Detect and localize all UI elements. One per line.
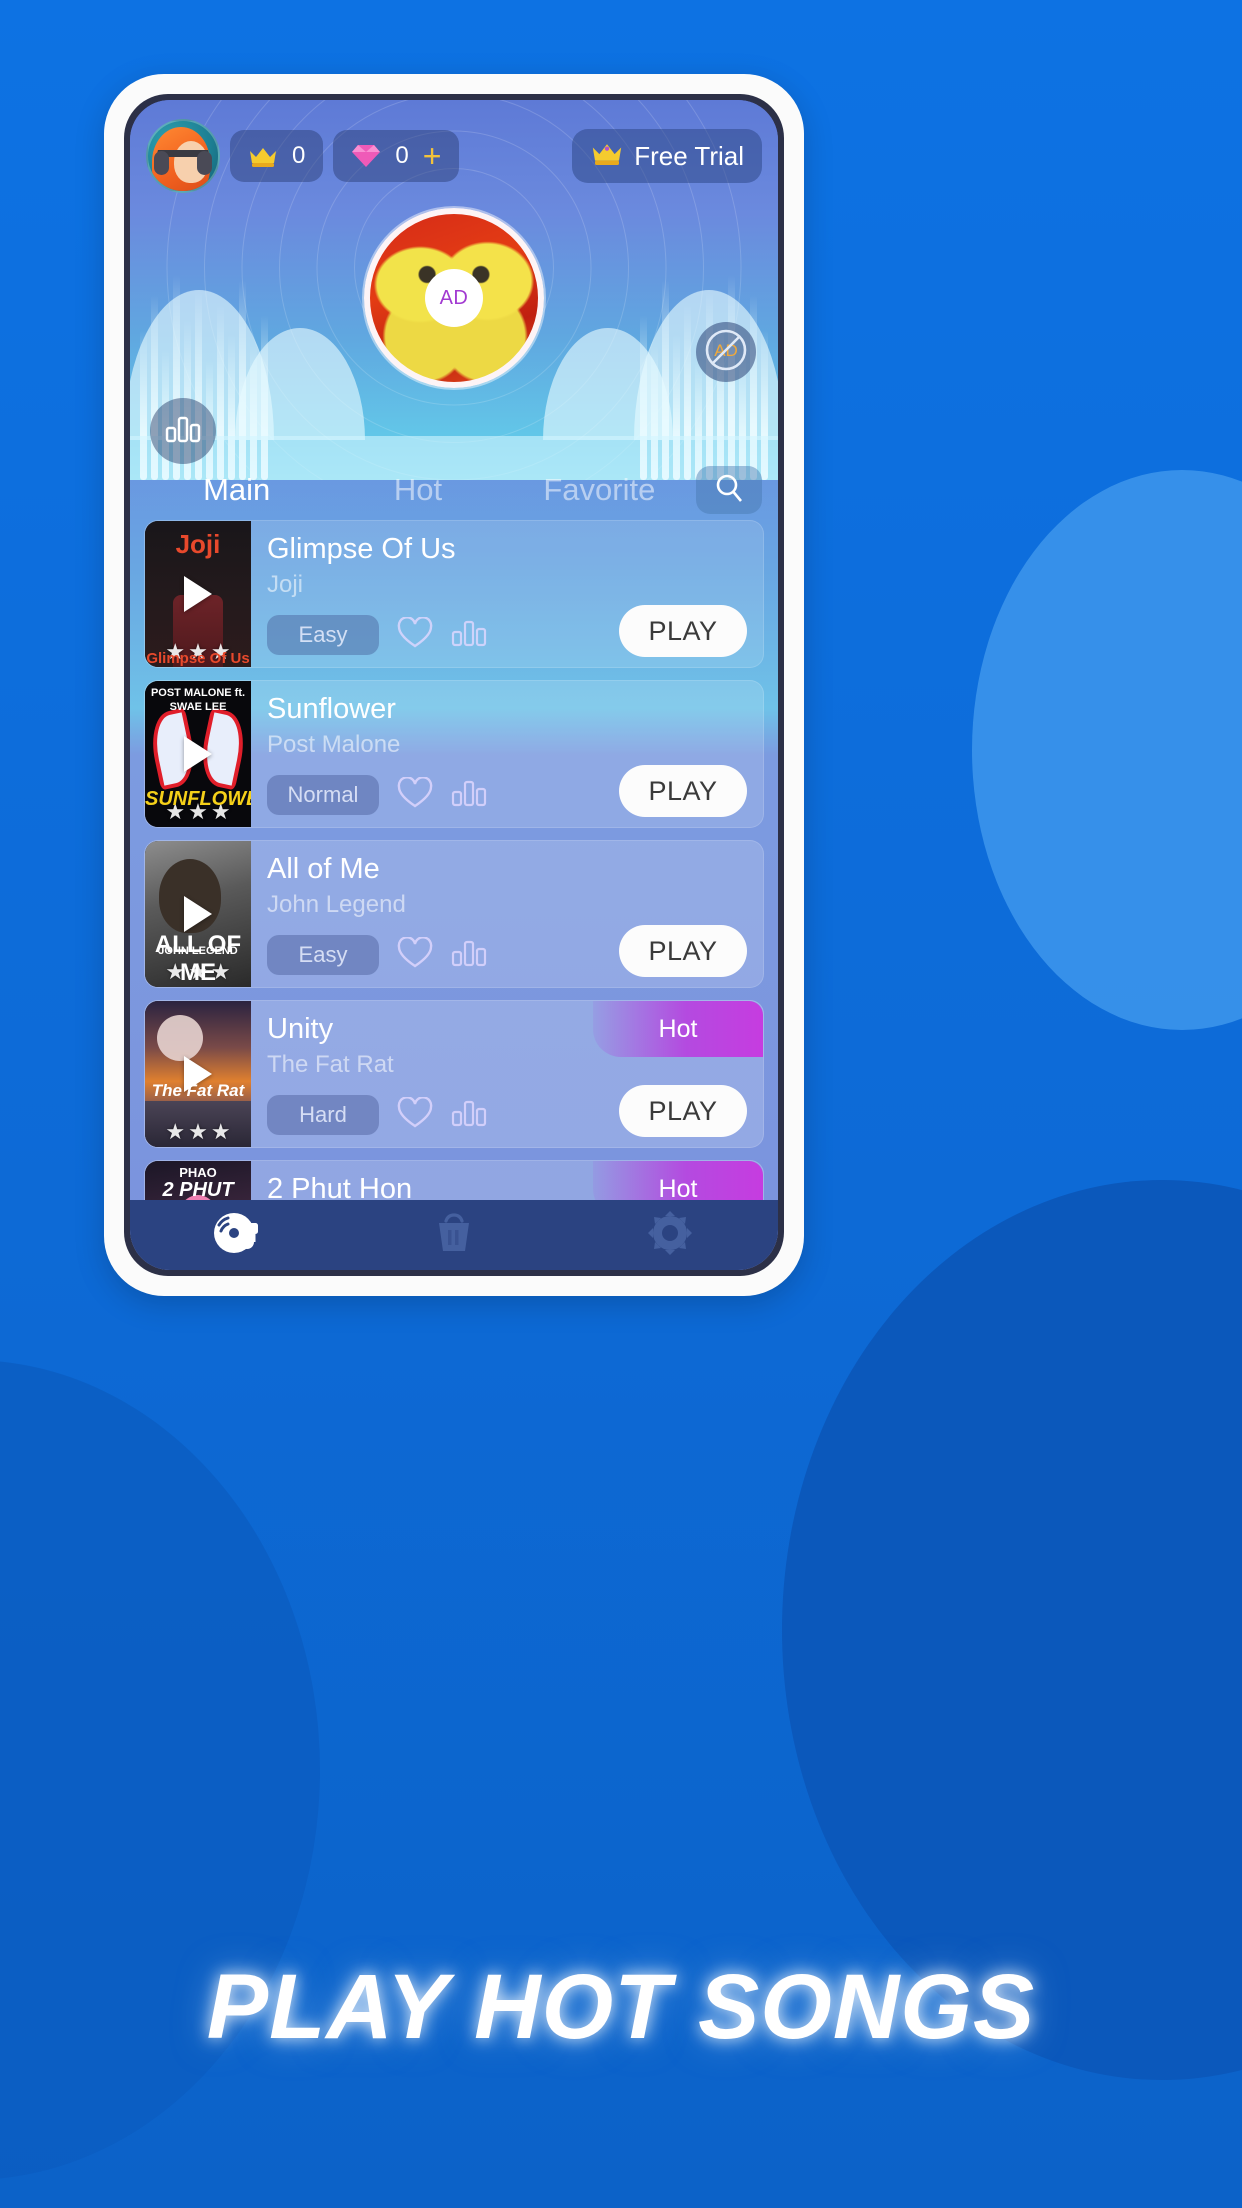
crown-currency-pill[interactable]: 0 xyxy=(230,130,324,182)
nav-item-shop[interactable] xyxy=(346,1209,562,1262)
play-button[interactable]: PLAY xyxy=(619,605,747,657)
song-artist: Joji xyxy=(267,571,304,598)
song-info: Hot 2 Phut Hon Phao xyxy=(251,1161,763,1200)
song-thumbnail[interactable]: JOHN LEGEND ★ ★ ★ ALL OF ME xyxy=(145,841,251,987)
free-trial-button[interactable]: Free Trial xyxy=(572,129,762,183)
song-title: All of Me xyxy=(267,853,380,885)
diamond-count: 0 xyxy=(395,142,409,169)
top-bar: 0 0 + Free Trial xyxy=(130,100,778,196)
table-row[interactable]: PHAO 2 PHUT HON Hot 2 Phut Hon Phao xyxy=(144,1160,764,1200)
headphone-cup-icon xyxy=(154,151,169,175)
equalizer-button[interactable] xyxy=(150,398,216,464)
heart-icon[interactable] xyxy=(397,935,433,974)
tab-bar: Main Hot Favorite xyxy=(130,460,778,520)
table-row[interactable]: JOHN LEGEND ★ ★ ★ ALL OF ME All of Me John… xyxy=(144,840,764,988)
decorative-blob-dark xyxy=(782,1180,1242,2080)
difficulty-badge[interactable]: Easy xyxy=(267,935,379,975)
song-info: Sunflower Post Malone Normal PLAY xyxy=(251,681,763,827)
app-screen: AD 0 0 + Free Trial Main Hot Favorite Jo… xyxy=(130,100,778,1270)
heart-icon[interactable] xyxy=(397,1095,433,1134)
diamond-icon xyxy=(351,143,381,169)
play-button[interactable]: PLAY xyxy=(619,1085,747,1137)
cover-artist: POST MALONE ft. SWAE LEE xyxy=(150,687,246,713)
remove-ads-button[interactable]: AD xyxy=(696,322,756,382)
basket-icon xyxy=(430,1209,478,1262)
song-artist: Post Malone xyxy=(267,731,401,758)
play-button[interactable]: PLAY xyxy=(619,765,747,817)
table-row[interactable]: POST MALONE ft. SWAE LEE ★★★ SUNFLOWER S… xyxy=(144,680,764,828)
gear-icon xyxy=(645,1208,695,1263)
difficulty-badge[interactable]: Easy xyxy=(267,615,379,655)
heart-icon[interactable] xyxy=(397,615,433,654)
crown-count: 0 xyxy=(292,142,306,169)
play-overlay-icon xyxy=(184,896,212,932)
star-rating: ★ ★ ★ xyxy=(165,1119,231,1144)
difficulty-badge[interactable]: Normal xyxy=(267,775,379,815)
song-info: Glimpse Of Us Joji Easy PLAY xyxy=(251,521,763,667)
difficulty-badge[interactable]: Hard xyxy=(267,1095,379,1135)
song-artist: John Legend xyxy=(267,891,406,918)
cover-title: Joji xyxy=(175,529,221,559)
nav-item-songs[interactable] xyxy=(130,1209,346,1262)
tab-main[interactable]: Main xyxy=(146,472,327,508)
crown-icon xyxy=(248,145,278,167)
heart-icon[interactable] xyxy=(397,775,433,814)
leaderboard-icon[interactable] xyxy=(451,618,487,653)
ad-disc[interactable]: AD xyxy=(364,208,544,388)
play-overlay-icon xyxy=(184,736,212,772)
diamond-currency-pill[interactable]: 0 + xyxy=(333,130,460,182)
add-diamond-button[interactable]: + xyxy=(423,140,442,172)
tab-hot[interactable]: Hot xyxy=(327,472,508,508)
song-controls: Easy xyxy=(267,935,487,975)
ad-disc-label: AD xyxy=(425,269,483,327)
promo-headline: PLAY HOT SONGS xyxy=(206,1956,1036,2058)
song-info: Hot Unity The Fat Rat Hard PLAY xyxy=(251,1001,763,1147)
status-badge: Hot xyxy=(593,1161,763,1200)
table-row[interactable]: The Fat Rat ★ ★ ★ Hot Unity The Fat Rat Ha… xyxy=(144,1000,764,1148)
cover-artist: PHAO xyxy=(179,1165,217,1180)
leaderboard-icon[interactable] xyxy=(451,1098,487,1133)
nav-item-settings[interactable] xyxy=(562,1208,778,1263)
search-button[interactable] xyxy=(695,466,762,514)
cover-caption: ALL OF ME xyxy=(154,931,242,986)
song-controls: Easy xyxy=(267,615,487,655)
song-controls: Normal xyxy=(267,775,487,815)
cover-caption: SUNFLOWER xyxy=(145,788,251,810)
song-thumbnail[interactable]: POST MALONE ft. SWAE LEE ★★★ SUNFLOWER xyxy=(145,681,251,827)
phone-bezel: AD 0 0 + Free Trial Main Hot Favorite Jo… xyxy=(124,94,784,1276)
cover-caption: The Fat Rat xyxy=(151,1081,245,1100)
song-thumbnail[interactable]: The Fat Rat ★ ★ ★ xyxy=(145,1001,251,1147)
play-overlay-icon xyxy=(184,576,212,612)
song-title: Glimpse Of Us xyxy=(267,533,456,565)
cover-caption: Glimpse Of Us xyxy=(146,650,250,667)
song-list[interactable]: Joji ★ ★ ★ Glimpse Of Us Glimpse Of Us Joj… xyxy=(130,520,778,1200)
search-icon xyxy=(713,472,745,509)
no-ad-icon: AD xyxy=(701,325,751,380)
song-thumbnail[interactable]: PHAO 2 PHUT HON xyxy=(145,1161,251,1200)
headphone-cup-icon xyxy=(197,151,212,175)
tab-favorite[interactable]: Favorite xyxy=(509,472,690,508)
song-controls: Hard xyxy=(267,1095,487,1135)
status-badge: Hot xyxy=(593,1001,763,1057)
play-button[interactable]: PLAY xyxy=(619,925,747,977)
crown-icon xyxy=(590,141,624,172)
avatar[interactable] xyxy=(146,119,220,193)
bottom-navigation xyxy=(130,1200,778,1270)
cover-caption: 2 PHUT HON xyxy=(162,1179,234,1200)
decorative-blob-light xyxy=(972,470,1242,1030)
free-trial-label: Free Trial xyxy=(634,140,744,171)
music-disc-icon xyxy=(210,1209,266,1262)
song-thumbnail[interactable]: Joji ★ ★ ★ Glimpse Of Us xyxy=(145,521,251,667)
equalizer-icon xyxy=(165,414,201,449)
table-row[interactable]: Joji ★ ★ ★ Glimpse Of Us Glimpse Of Us Joj… xyxy=(144,520,764,668)
phone-mockup: AD 0 0 + Free Trial Main Hot Favorite Jo… xyxy=(104,74,804,1296)
song-title: Sunflower xyxy=(267,693,396,725)
leaderboard-icon[interactable] xyxy=(451,938,487,973)
leaderboard-icon[interactable] xyxy=(451,778,487,813)
song-info: All of Me John Legend Easy PLAY xyxy=(251,841,763,987)
